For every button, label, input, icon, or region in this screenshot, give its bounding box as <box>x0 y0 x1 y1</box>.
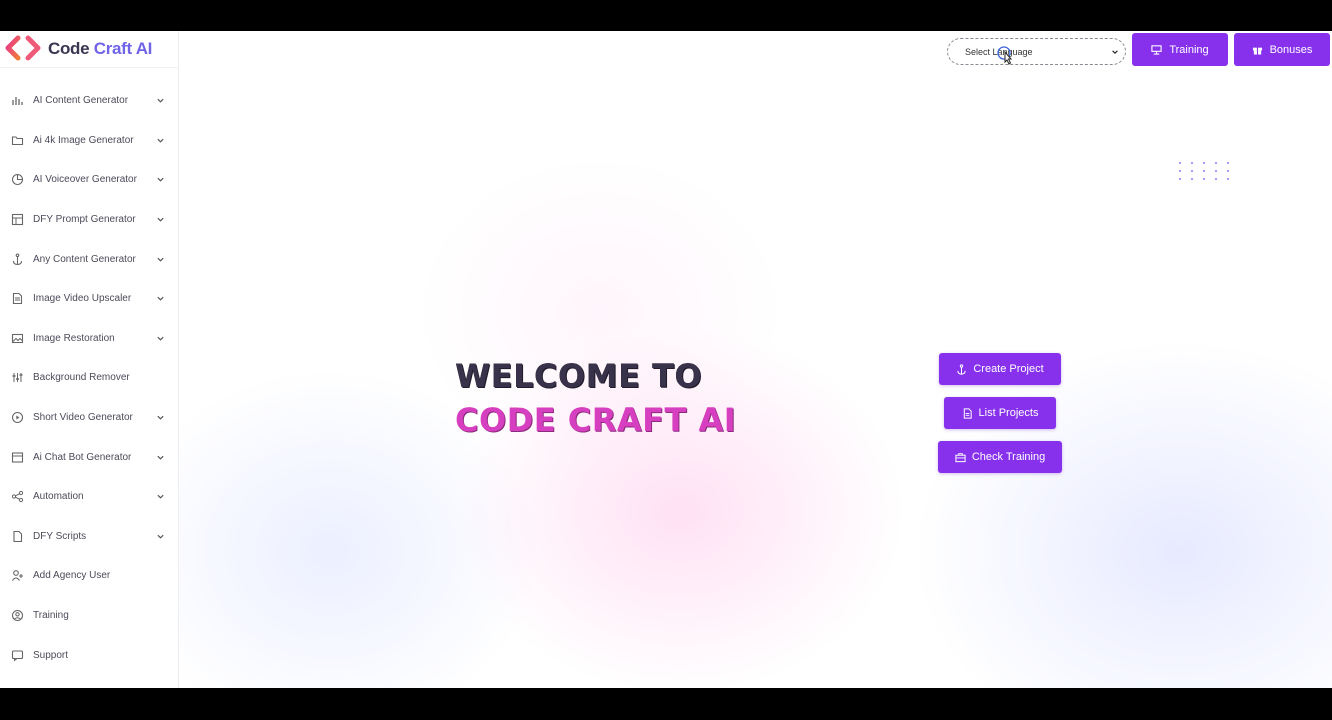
sidebar-item-image-restoration[interactable]: Image Restoration <box>0 319 179 359</box>
share-icon <box>11 490 24 503</box>
create-project-label: Create Project <box>973 363 1044 375</box>
training-button[interactable]: Training <box>1132 33 1228 66</box>
list-projects-label: List Projects <box>978 407 1039 419</box>
brand-name: Code Craft AI <box>48 39 153 58</box>
sidebar-item-ai-content-generator[interactable]: AI Content Generator <box>0 81 179 121</box>
anchor-icon <box>11 253 24 266</box>
chat-icon <box>11 649 24 662</box>
list-icon <box>11 451 24 464</box>
chevron-down-icon[interactable] <box>156 294 165 303</box>
sidebar-item-label: Automation <box>33 491 84 503</box>
chevron-down-icon[interactable] <box>156 255 165 264</box>
sidebar-item-label: Short Video Generator <box>33 412 133 424</box>
sidebar-item-label: Ai Chat Bot Generator <box>33 451 132 463</box>
training-button-label: Training <box>1169 43 1209 56</box>
sidebar-item-label: Image Video Upscaler <box>33 293 132 305</box>
language-select[interactable]: Select Language <box>947 38 1126 65</box>
chevron-down-icon[interactable] <box>156 136 165 145</box>
pie-chart-icon <box>11 173 24 186</box>
sidebar-item-label: Support <box>33 649 69 661</box>
sidebar-item-label: Background Remover <box>33 372 130 384</box>
image-icon <box>11 332 24 345</box>
bar-chart-icon <box>11 94 24 107</box>
sidebar-item-image-video-upscaler[interactable]: Image Video Upscaler <box>0 279 179 319</box>
sidebar-item-label: Training <box>33 610 69 622</box>
sidebar-item-label: AI Content Generator <box>33 95 129 107</box>
app-frame: Code Craft AI AI Content Generator Ai 4k … <box>0 31 1332 688</box>
sidebar-item-ai-chat-bot-generator[interactable]: Ai Chat Bot Generator <box>0 437 179 477</box>
user-add-icon <box>11 569 24 582</box>
video-icon <box>11 411 24 424</box>
chevron-down-icon[interactable] <box>156 453 165 462</box>
sidebar-item-label: DFY Scripts <box>33 530 87 542</box>
list-projects-button[interactable]: List Projects <box>944 397 1056 429</box>
sidebar-item-label: Any Content Generator <box>33 253 136 265</box>
sidebar-item-label: DFY Prompt Generator <box>33 214 136 226</box>
user-circle-icon <box>11 609 24 622</box>
bonuses-button[interactable]: Bonuses <box>1234 33 1330 66</box>
chevron-down-icon[interactable] <box>156 492 165 501</box>
sidebar: Code Craft AI AI Content Generator Ai 4k … <box>0 31 179 688</box>
sidebar-menu: AI Content Generator Ai 4k Image Generato… <box>0 81 179 675</box>
chevron-down-icon[interactable] <box>156 334 165 343</box>
file-icon <box>11 530 24 543</box>
chevron-down-icon[interactable] <box>156 532 165 541</box>
folder-icon <box>11 134 24 147</box>
sidebar-item-label: Ai 4k Image Generator <box>33 134 134 146</box>
sidebar-item-label: Image Restoration <box>33 332 115 344</box>
sidebar-item-label: Add Agency User <box>33 570 111 582</box>
training-icon <box>1151 45 1162 55</box>
chevron-down-icon[interactable] <box>156 215 165 224</box>
check-training-label: Check Training <box>971 451 1046 463</box>
document-icon <box>11 292 24 305</box>
chevron-down-icon[interactable] <box>156 96 165 105</box>
check-training-button[interactable]: Check Training <box>938 441 1062 473</box>
sliders-icon <box>11 371 24 384</box>
sidebar-item-any-content-generator[interactable]: Any Content Generator <box>0 239 179 279</box>
sidebar-item-dfy-prompt-generator[interactable]: DFY Prompt Generator <box>0 200 179 240</box>
briefcase-icon <box>955 452 966 462</box>
sidebar-item-dfy-scripts[interactable]: DFY Scripts <box>0 517 179 557</box>
chevron-down-icon[interactable] <box>156 413 165 422</box>
gift-icon <box>1252 47 1262 55</box>
logo[interactable]: Code Craft AI <box>4 31 152 67</box>
language-select-value: Select Language <box>965 46 1033 57</box>
sidebar-item-background-remover[interactable]: Background Remover <box>0 358 179 398</box>
sidebar-item-label: AI Voiceover Generator <box>33 174 137 186</box>
decorative-dots <box>1179 162 1229 180</box>
chevron-down-icon[interactable] <box>156 175 165 184</box>
document-icon <box>963 407 972 419</box>
pointer-cursor-icon <box>997 46 1013 65</box>
logo-icon <box>4 34 48 64</box>
chevron-down-icon <box>1112 49 1118 54</box>
sidebar-item-short-video-generator[interactable]: Short Video Generator <box>0 398 179 438</box>
sidebar-item-training[interactable]: Training <box>0 596 179 636</box>
hero-title-line2: CODE CRAFT AI <box>455 401 737 439</box>
divider <box>0 67 179 68</box>
hero-title-line1: WELCOME TO <box>455 357 703 395</box>
bonuses-button-label: Bonuses <box>1269 43 1313 56</box>
create-project-button[interactable]: Create Project <box>939 353 1061 385</box>
sidebar-item-ai-voiceover-generator[interactable]: AI Voiceover Generator <box>0 160 179 200</box>
sidebar-item-ai-4k-image-generator[interactable]: Ai 4k Image Generator <box>0 121 179 161</box>
grid-icon <box>11 213 24 226</box>
sidebar-item-automation[interactable]: Automation <box>0 477 179 517</box>
sidebar-item-support[interactable]: Support <box>0 635 179 675</box>
sidebar-item-add-agency-user[interactable]: Add Agency User <box>0 556 179 596</box>
anchor-icon <box>957 363 967 375</box>
